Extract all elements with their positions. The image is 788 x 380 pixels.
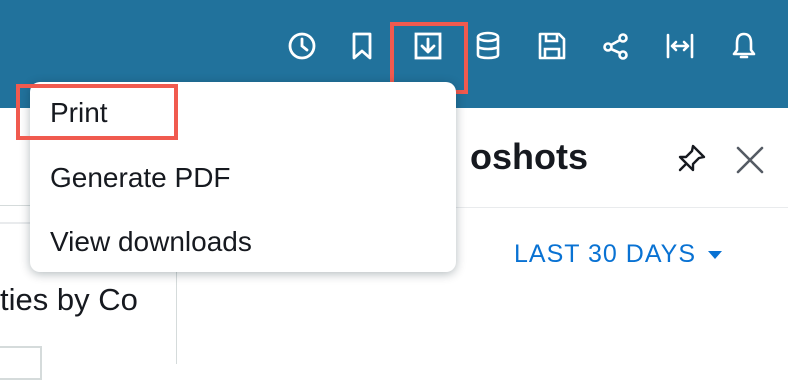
export-menu: Print Generate PDF View downloads — [30, 82, 456, 272]
date-range-label: LAST 30 DAYS — [514, 240, 696, 268]
bookmark-button[interactable] — [340, 24, 384, 68]
data-button[interactable] — [466, 24, 510, 68]
pin-button[interactable] — [672, 142, 708, 178]
share-icon — [603, 33, 628, 60]
database-icon — [476, 31, 500, 60]
control-box — [0, 346, 42, 380]
panel-title: oshots — [470, 136, 589, 177]
caret-down-icon — [708, 250, 722, 259]
close-button[interactable] — [732, 142, 768, 178]
history-button[interactable] — [280, 24, 324, 68]
save-button[interactable] — [530, 24, 574, 68]
menu-item-generate-pdf[interactable]: Generate PDF — [50, 162, 231, 194]
fit-width-button[interactable] — [658, 24, 702, 68]
fit-width-icon — [666, 33, 694, 59]
clock-icon — [288, 32, 316, 60]
export-button[interactable] — [406, 24, 450, 68]
menu-item-print[interactable]: Print — [50, 97, 108, 129]
save-icon — [538, 32, 566, 60]
pin-icon — [678, 144, 706, 172]
menu-item-view-downloads[interactable]: View downloads — [50, 226, 252, 258]
bell-icon — [732, 32, 756, 59]
bookmark-icon — [352, 32, 372, 60]
visual-title: ties by Co — [0, 282, 138, 317]
share-button[interactable] — [594, 24, 638, 68]
close-icon — [736, 146, 764, 174]
date-range-dropdown[interactable]: LAST 30 DAYS — [514, 240, 722, 269]
notifications-button[interactable] — [722, 24, 766, 68]
download-icon — [414, 32, 442, 60]
